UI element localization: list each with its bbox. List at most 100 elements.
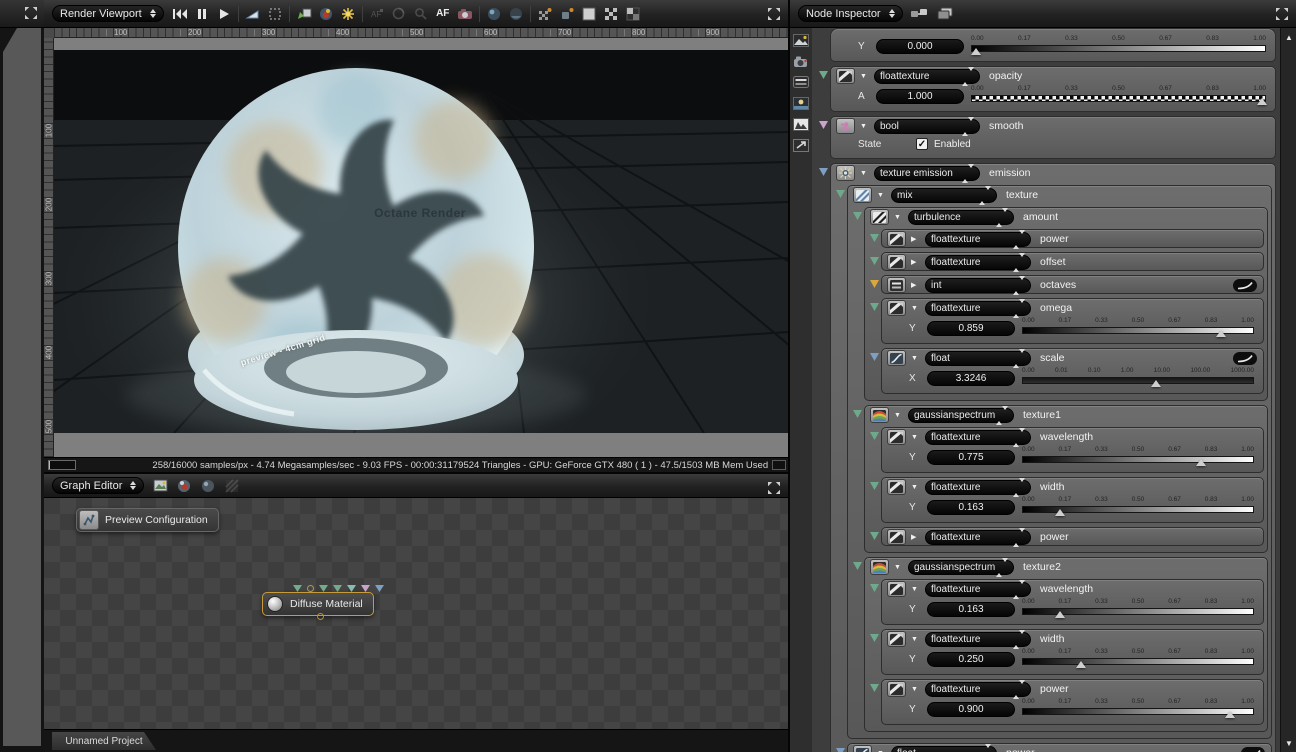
expander-icon[interactable]: ▼ bbox=[911, 586, 920, 593]
input-pin-green[interactable] bbox=[319, 585, 328, 592]
project-tab[interactable]: Unnamed Project bbox=[52, 732, 156, 750]
graph-texture-icon[interactable] bbox=[222, 477, 242, 495]
graph-canvas[interactable]: Preview Configuration Diffuse Material bbox=[44, 498, 788, 729]
slider[interactable]: 0.00 0.17 0.33 0.50 0.67 0.83 1.00 bbox=[1022, 496, 1254, 516]
slider[interactable]: 0.00 0.17 0.33 0.50 0.67 0.83 1.00 bbox=[1022, 446, 1254, 466]
expander-icon[interactable]: ▶ bbox=[911, 533, 920, 541]
value-field[interactable]: 0.000 bbox=[876, 39, 964, 54]
node-type-dropdown[interactable]: turbulence bbox=[908, 207, 1014, 227]
animation-curve-button[interactable] bbox=[1241, 746, 1265, 752]
expander-icon[interactable]: ▼ bbox=[894, 412, 903, 419]
node-type-dropdown[interactable]: texture emission bbox=[874, 163, 980, 183]
input-pin-pink[interactable] bbox=[361, 585, 370, 592]
inspector-scrollbar[interactable]: ▲ ▼ bbox=[1280, 28, 1296, 752]
value-cat-icon[interactable] bbox=[792, 74, 810, 90]
light-picker-icon[interactable] bbox=[338, 5, 358, 23]
slider-bar[interactable] bbox=[1022, 608, 1254, 618]
expander-icon[interactable]: ▼ bbox=[877, 192, 886, 199]
value-field[interactable]: 1.000 bbox=[876, 89, 964, 104]
node-preview-configuration[interactable]: Preview Configuration bbox=[76, 508, 219, 532]
tree-collapse-arrow[interactable] bbox=[870, 303, 879, 311]
expand-icon[interactable] bbox=[24, 6, 39, 21]
animation-curve-button[interactable] bbox=[1233, 278, 1257, 292]
af-label[interactable]: AF bbox=[433, 5, 453, 23]
expander-icon[interactable]: ▼ bbox=[911, 686, 920, 693]
tree-collapse-arrow[interactable] bbox=[870, 234, 879, 242]
value-field[interactable]: 3.3246 bbox=[927, 371, 1015, 386]
scroll-up-icon[interactable]: ▲ bbox=[1281, 30, 1296, 44]
tree-collapse-arrow[interactable] bbox=[853, 562, 862, 570]
input-pin-green[interactable] bbox=[333, 585, 342, 592]
slider-bar[interactable] bbox=[1022, 456, 1254, 466]
slider-handle[interactable] bbox=[1196, 459, 1207, 466]
tree-collapse-arrow[interactable] bbox=[853, 212, 862, 220]
node-diffuse-material[interactable]: Diffuse Material bbox=[262, 585, 384, 620]
slider[interactable]: 0.00 0.17 0.33 0.50 0.67 0.83 1.00 bbox=[1022, 648, 1254, 668]
tree-collapse-arrow[interactable] bbox=[870, 634, 879, 642]
node-type-dropdown[interactable]: floattexture bbox=[925, 527, 1031, 547]
inspector-title-dropdown[interactable]: Node Inspector bbox=[798, 5, 903, 22]
texture-cat-icon[interactable] bbox=[792, 32, 810, 48]
node-type-dropdown[interactable]: floattexture bbox=[925, 229, 1031, 249]
value-field[interactable]: 0.163 bbox=[927, 602, 1015, 617]
tree-collapse-arrow[interactable] bbox=[870, 432, 879, 440]
slider-handle[interactable] bbox=[1257, 98, 1268, 105]
tree-collapse-arrow[interactable] bbox=[853, 410, 862, 418]
slider[interactable]: 0.00 0.17 0.33 0.50 0.67 0.83 1.00 bbox=[971, 85, 1268, 105]
slider-bar[interactable] bbox=[1022, 327, 1254, 337]
collapsed-panel-bar[interactable] bbox=[3, 28, 41, 746]
node-type-dropdown[interactable]: floattexture bbox=[874, 66, 980, 86]
value-field[interactable]: 0.900 bbox=[927, 702, 1015, 717]
environment-cat-icon[interactable] bbox=[792, 95, 810, 111]
camera-cat-icon[interactable] bbox=[792, 53, 810, 69]
tree-collapse-arrow[interactable] bbox=[870, 280, 879, 288]
slider[interactable]: 0.00 0.17 0.33 0.50 0.67 0.83 1.00 bbox=[1022, 598, 1254, 618]
viewport-title-dropdown[interactable]: Render Viewport bbox=[52, 5, 164, 22]
expander-icon[interactable]: ▼ bbox=[911, 636, 920, 643]
tree-collapse-arrow[interactable] bbox=[870, 257, 879, 265]
input-pin-teal[interactable] bbox=[347, 585, 356, 592]
copy-pick-icon[interactable] bbox=[294, 5, 314, 23]
input-pin-ring[interactable] bbox=[307, 585, 314, 592]
node-type-dropdown[interactable]: float bbox=[891, 743, 997, 752]
graph-material-red-icon[interactable] bbox=[174, 477, 194, 495]
slider-handle[interactable] bbox=[1055, 509, 1066, 516]
input-pin-green[interactable] bbox=[293, 585, 302, 592]
sphere-alt-icon[interactable] bbox=[506, 5, 526, 23]
checker-square-icon[interactable] bbox=[601, 5, 621, 23]
material-picker-icon[interactable] bbox=[316, 5, 336, 23]
node-type-dropdown[interactable]: gaussianspectrum bbox=[908, 405, 1014, 425]
expand-icon[interactable] bbox=[767, 7, 782, 22]
slider-bar[interactable] bbox=[1022, 658, 1254, 668]
slider-bar[interactable] bbox=[971, 95, 1268, 105]
tree-collapse-arrow[interactable] bbox=[870, 684, 879, 692]
expand-icon[interactable] bbox=[767, 481, 782, 496]
node-output-pin[interactable] bbox=[317, 613, 324, 620]
node-type-dropdown[interactable]: floattexture bbox=[925, 298, 1031, 318]
expander-icon[interactable]: ▼ bbox=[894, 564, 903, 571]
camera-picker-icon[interactable] bbox=[455, 5, 475, 23]
node-type-dropdown[interactable]: int bbox=[925, 275, 1031, 295]
node-add-icon[interactable] bbox=[557, 5, 577, 23]
af-small-icon[interactable]: AF bbox=[367, 5, 387, 23]
checkbox[interactable]: ✓ bbox=[916, 138, 928, 150]
slider-handle[interactable] bbox=[971, 48, 982, 55]
value-field[interactable]: 0.775 bbox=[927, 450, 1015, 465]
gamma-icon[interactable] bbox=[243, 5, 263, 23]
pause-icon[interactable] bbox=[192, 5, 212, 23]
tree-collapse-arrow[interactable] bbox=[870, 482, 879, 490]
render-image[interactable]: Octane Render preview - 4cm grid bbox=[54, 50, 788, 433]
node-type-dropdown[interactable]: floattexture bbox=[925, 679, 1031, 699]
whitebalance-icon[interactable] bbox=[389, 5, 409, 23]
node-type-dropdown[interactable]: floattexture bbox=[925, 579, 1031, 599]
expander-icon[interactable]: ▼ bbox=[911, 305, 920, 312]
slider-bar[interactable] bbox=[1022, 506, 1254, 516]
half-square-icon[interactable] bbox=[623, 5, 643, 23]
slider-bar[interactable] bbox=[1022, 377, 1254, 387]
graph-title-dropdown[interactable]: Graph Editor bbox=[52, 477, 145, 494]
value-field[interactable]: 0.163 bbox=[927, 500, 1015, 515]
slider-handle[interactable] bbox=[1151, 380, 1162, 387]
node-type-dropdown[interactable]: mix bbox=[891, 185, 997, 205]
tree-collapse-arrow[interactable] bbox=[836, 190, 845, 198]
tree-collapse-arrow[interactable] bbox=[870, 353, 879, 361]
